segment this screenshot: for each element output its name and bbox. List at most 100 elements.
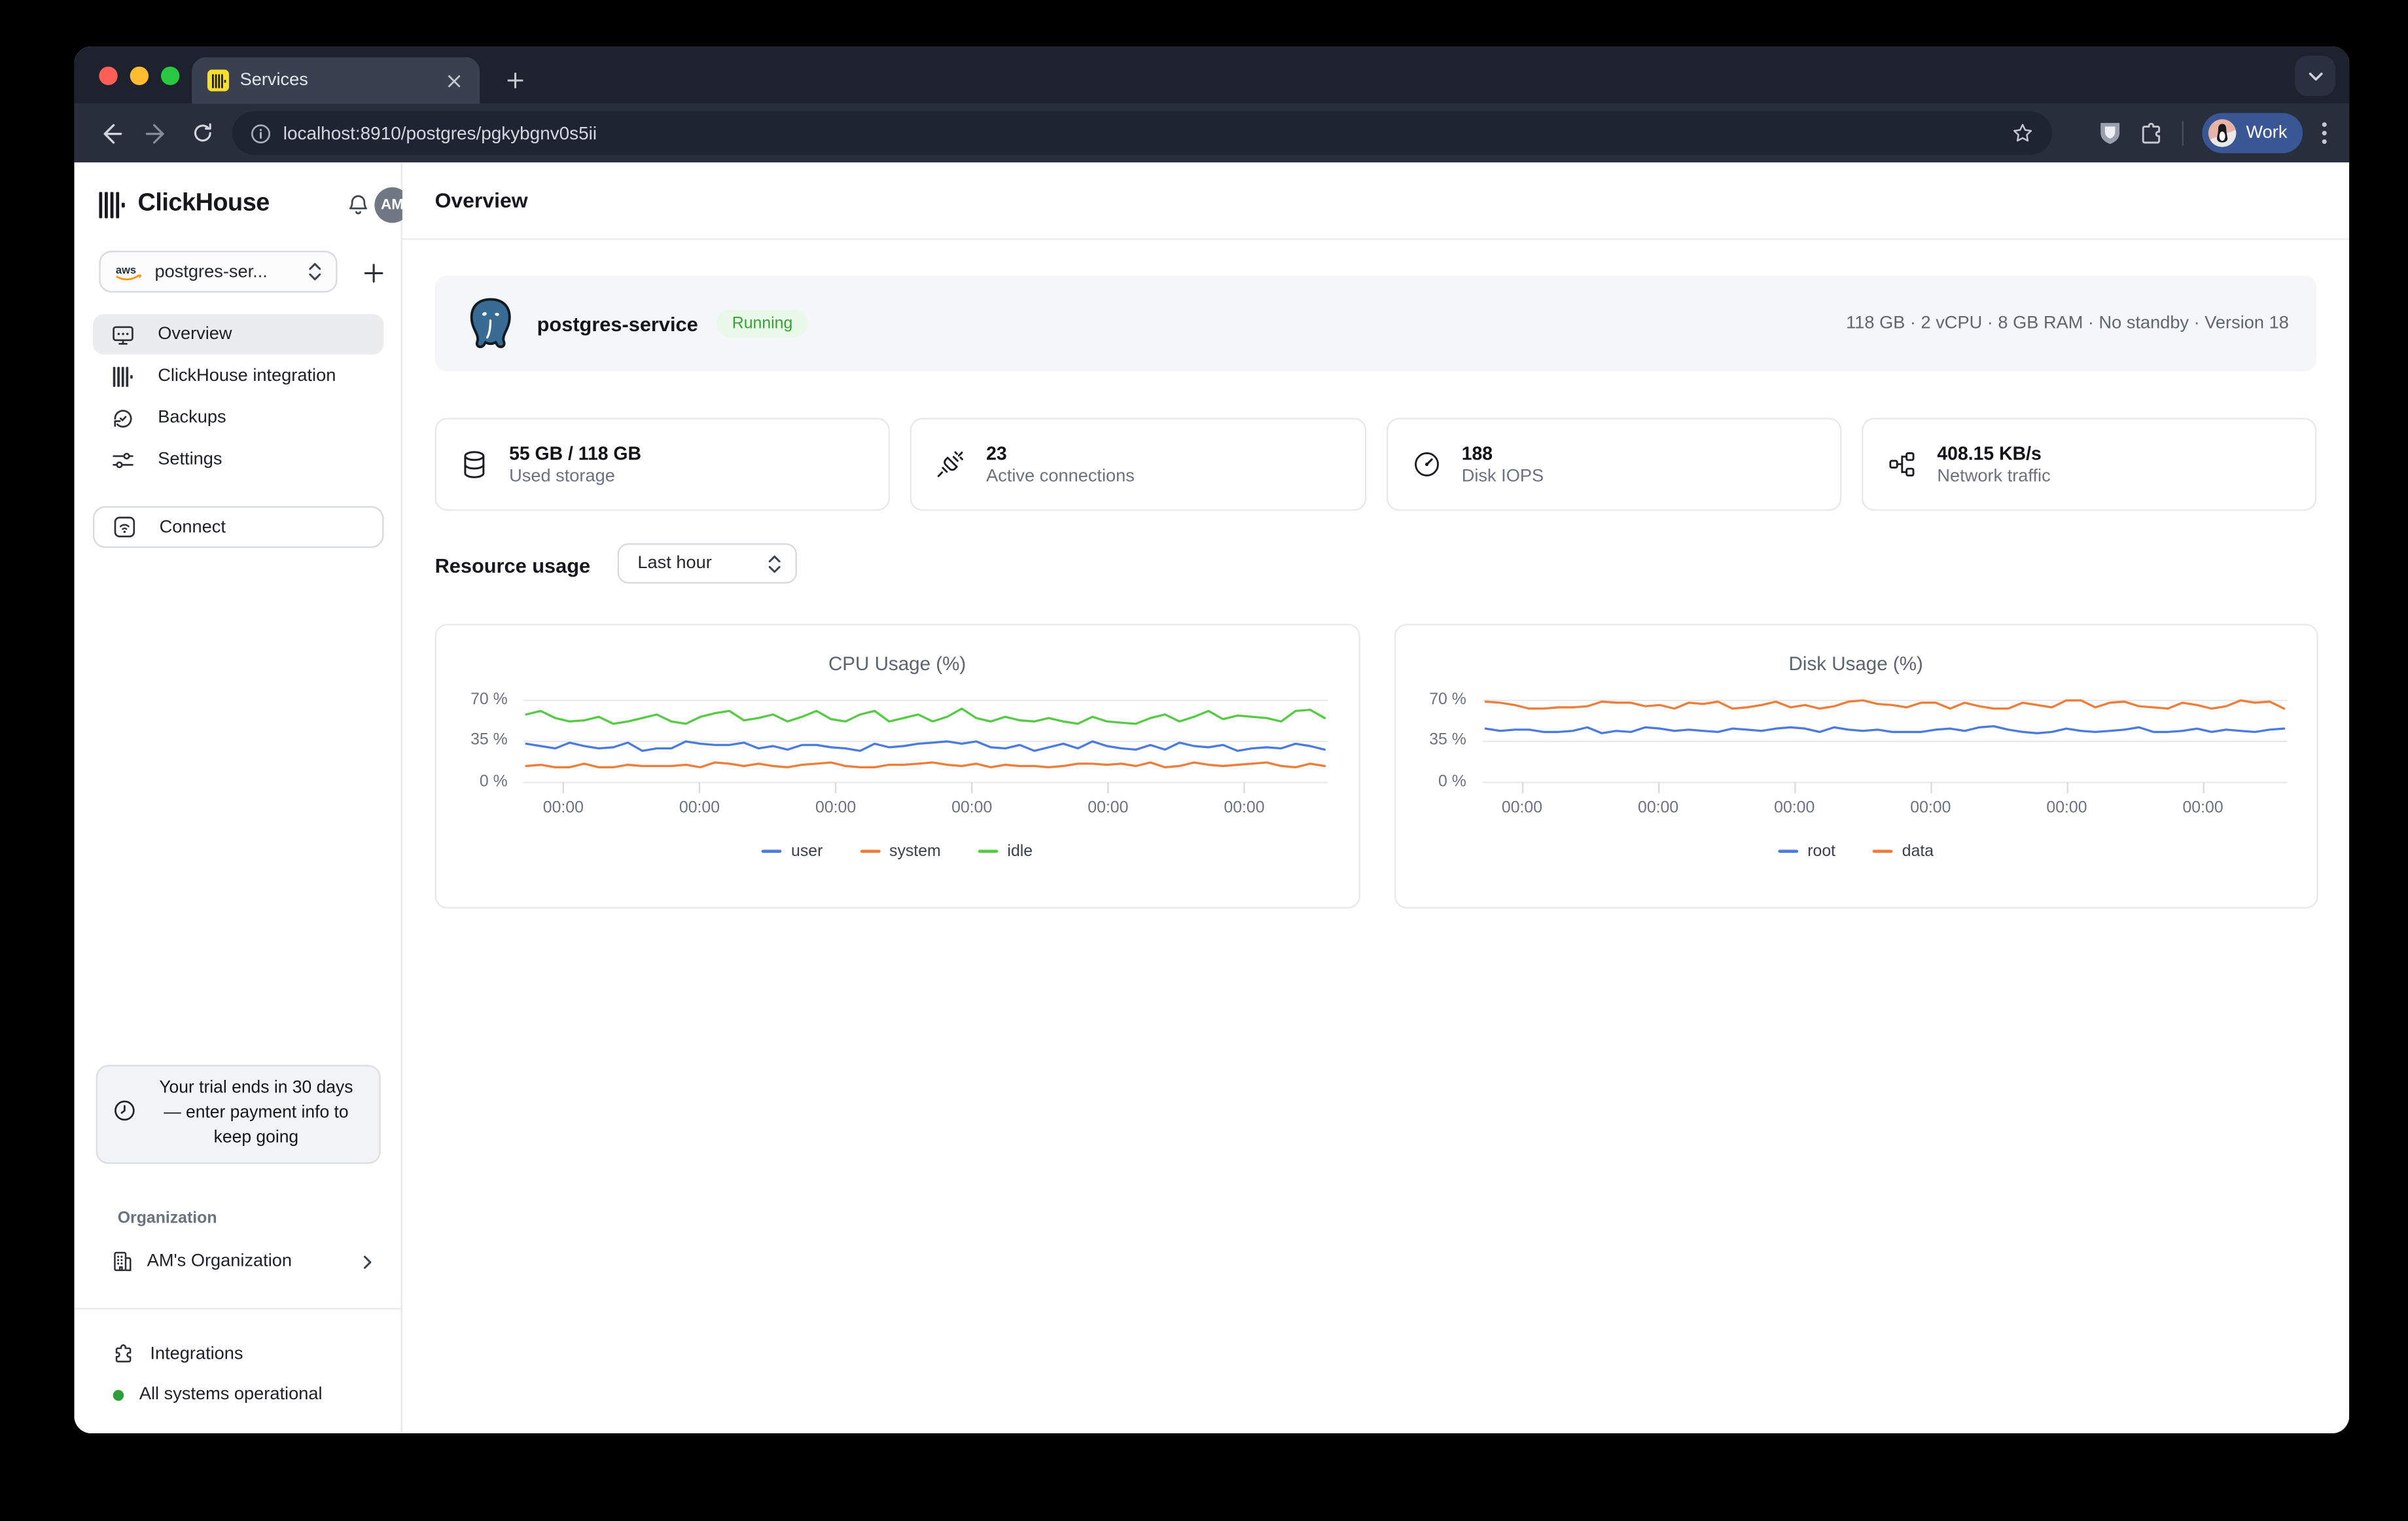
stat-card-disk-iops: 188 Disk IOPS [1386, 418, 1841, 511]
window-zoom-button[interactable] [161, 67, 179, 85]
service-specs: 118 GB · 2 vCPU · 8 GB RAM · No standby … [1846, 314, 2289, 332]
organization-row[interactable]: AM's Organization [99, 1242, 383, 1281]
trial-clock-icon [113, 1099, 136, 1130]
sidebar-item-overview[interactable]: Overview [93, 314, 384, 354]
chart-legend: root data [1395, 842, 2316, 861]
add-service-button[interactable] [356, 255, 390, 289]
legend-label: system [889, 842, 941, 861]
tab-search-chevron-icon[interactable] [2295, 56, 2335, 96]
database-icon [461, 450, 487, 479]
legend-label: idle [1007, 842, 1033, 861]
integrations-row[interactable]: Integrations [99, 1336, 393, 1373]
system-status-row[interactable]: All systems operational [99, 1376, 393, 1413]
sidebar-item-label: ClickHouse integration [158, 367, 336, 385]
legend-label: user [791, 842, 823, 861]
service-summary-card: postgres-service Running 118 GB · 2 vCPU… [435, 276, 2317, 372]
browser-titlebar: Services [75, 46, 2350, 104]
sidebar: ClickHouse AM aws postgres-ser... [75, 162, 402, 1433]
desktop: Services [0, 0, 2408, 1521]
x-axis-tick-label: 00:00 [517, 798, 610, 817]
postgresql-logo-icon [463, 295, 518, 353]
chart-plot-area [523, 690, 1328, 796]
legend-label: data [1902, 842, 1934, 861]
stat-value: 188 [1462, 442, 1544, 464]
x-axis-tick-label: 00:00 [1476, 798, 1568, 817]
window-minimize-button[interactable] [130, 67, 149, 85]
network-icon [1888, 450, 1916, 478]
browser-tab[interactable]: Services [192, 58, 480, 104]
toolbar-right: Work [2099, 103, 2349, 162]
bookmark-star-icon[interactable] [2012, 122, 2034, 144]
status-badge: Running [717, 310, 808, 338]
y-axis-tick-label: 35 % [1395, 730, 1466, 749]
time-range-select[interactable]: Last hour [618, 543, 797, 583]
notifications-bell-icon[interactable] [340, 187, 374, 221]
stat-value: 55 GB / 118 GB [509, 442, 641, 464]
window-close-button[interactable] [99, 67, 117, 85]
integrations-label: Integrations [150, 1345, 243, 1363]
legend-item: idle [978, 842, 1033, 861]
stat-card-active-connections: 23 Active connections [910, 418, 1366, 511]
chart-title: CPU Usage (%) [436, 653, 1358, 675]
overview-monitor-icon [102, 323, 142, 346]
cpu-usage-chart: CPU Usage (%) user system idle 70 %35 %0… [435, 624, 1360, 908]
service-selector[interactable]: aws postgres-ser... [99, 251, 337, 293]
sidebar-divider [75, 1308, 401, 1309]
tab-close-icon[interactable] [442, 69, 464, 91]
brand-row: ClickHouse AM [99, 186, 385, 223]
x-axis-tick-label: 00:00 [1884, 798, 1977, 817]
legend-dash [762, 850, 782, 853]
legend-item: data [1873, 842, 1934, 861]
sidebar-item-settings[interactable]: Settings [93, 440, 384, 480]
trial-notice-text: Your trial ends in 30 days — enter payme… [149, 1077, 364, 1151]
tab-title: Services [240, 71, 432, 90]
x-axis-tick-label: 00:00 [2021, 798, 2114, 817]
settings-sliders-icon [102, 448, 142, 471]
stats-row: 55 GB / 118 GBUsed storage 23 Active conn… [435, 418, 2317, 511]
connect-icon [103, 516, 143, 539]
profile-name: Work [2246, 124, 2288, 142]
backup-history-icon [102, 406, 142, 429]
browser-window: Services [75, 46, 2350, 1433]
stat-label: Disk IOPS [1462, 467, 1544, 486]
url-text: localhost:8910/postgres/pgkybgnv0s5ii [283, 122, 2000, 144]
forward-icon[interactable] [139, 116, 173, 150]
stat-value: 23 [986, 442, 1135, 464]
back-icon[interactable] [93, 116, 127, 150]
sidebar-item-clickhouse-integration[interactable]: ClickHouse integration [93, 356, 384, 396]
status-text: All systems operational [139, 1386, 323, 1404]
sidebar-item-backups[interactable]: Backups [93, 398, 384, 438]
toolbar-separator [2183, 120, 2184, 145]
x-axis-tick-label: 00:00 [1198, 798, 1291, 817]
sidebar-item-label: Settings [158, 450, 222, 469]
browser-menu-icon[interactable] [2322, 120, 2328, 145]
extensions-puzzle-icon[interactable] [2141, 122, 2164, 145]
integrations-puzzle-icon [113, 1344, 135, 1365]
x-axis-tick-label: 00:00 [789, 798, 882, 817]
site-info-icon[interactable] [251, 123, 271, 143]
page-content: ClickHouse AM aws postgres-ser... [75, 162, 2350, 1433]
trial-notice[interactable]: Your trial ends in 30 days — enter payme… [96, 1065, 381, 1164]
new-tab-button[interactable] [499, 63, 533, 98]
profile-chip[interactable]: Work [2203, 113, 2303, 153]
refresh-icon[interactable] [186, 116, 220, 150]
status-dot [113, 1389, 124, 1401]
series-line-user [526, 742, 1324, 751]
stat-label: Active connections [986, 467, 1135, 486]
x-axis-tick-label: 00:00 [925, 798, 1018, 817]
clickhouse-favicon [207, 69, 229, 91]
connect-label: Connect [160, 518, 226, 536]
organization-section-label: Organization [118, 1209, 217, 1227]
disk-usage-chart: Disk Usage (%) root data 70 %35 %0 %00:0… [1394, 624, 2318, 908]
shield-extension-icon[interactable] [2099, 120, 2122, 145]
service-name: postgres-service [537, 312, 698, 335]
organization-name: AM's Organization [147, 1252, 347, 1270]
chevron-right-icon [361, 1255, 374, 1268]
stat-card-used-storage: 55 GB / 118 GBUsed storage [435, 418, 891, 511]
connect-button[interactable]: Connect [93, 506, 384, 548]
series-line-idle [526, 709, 1324, 724]
sidebar-item-label: Overview [158, 325, 232, 344]
y-axis-tick-label: 70 % [1395, 690, 1466, 708]
address-bar[interactable]: localhost:8910/postgres/pgkybgnv0s5ii [232, 111, 2052, 154]
page-header: Overview [402, 162, 2349, 240]
